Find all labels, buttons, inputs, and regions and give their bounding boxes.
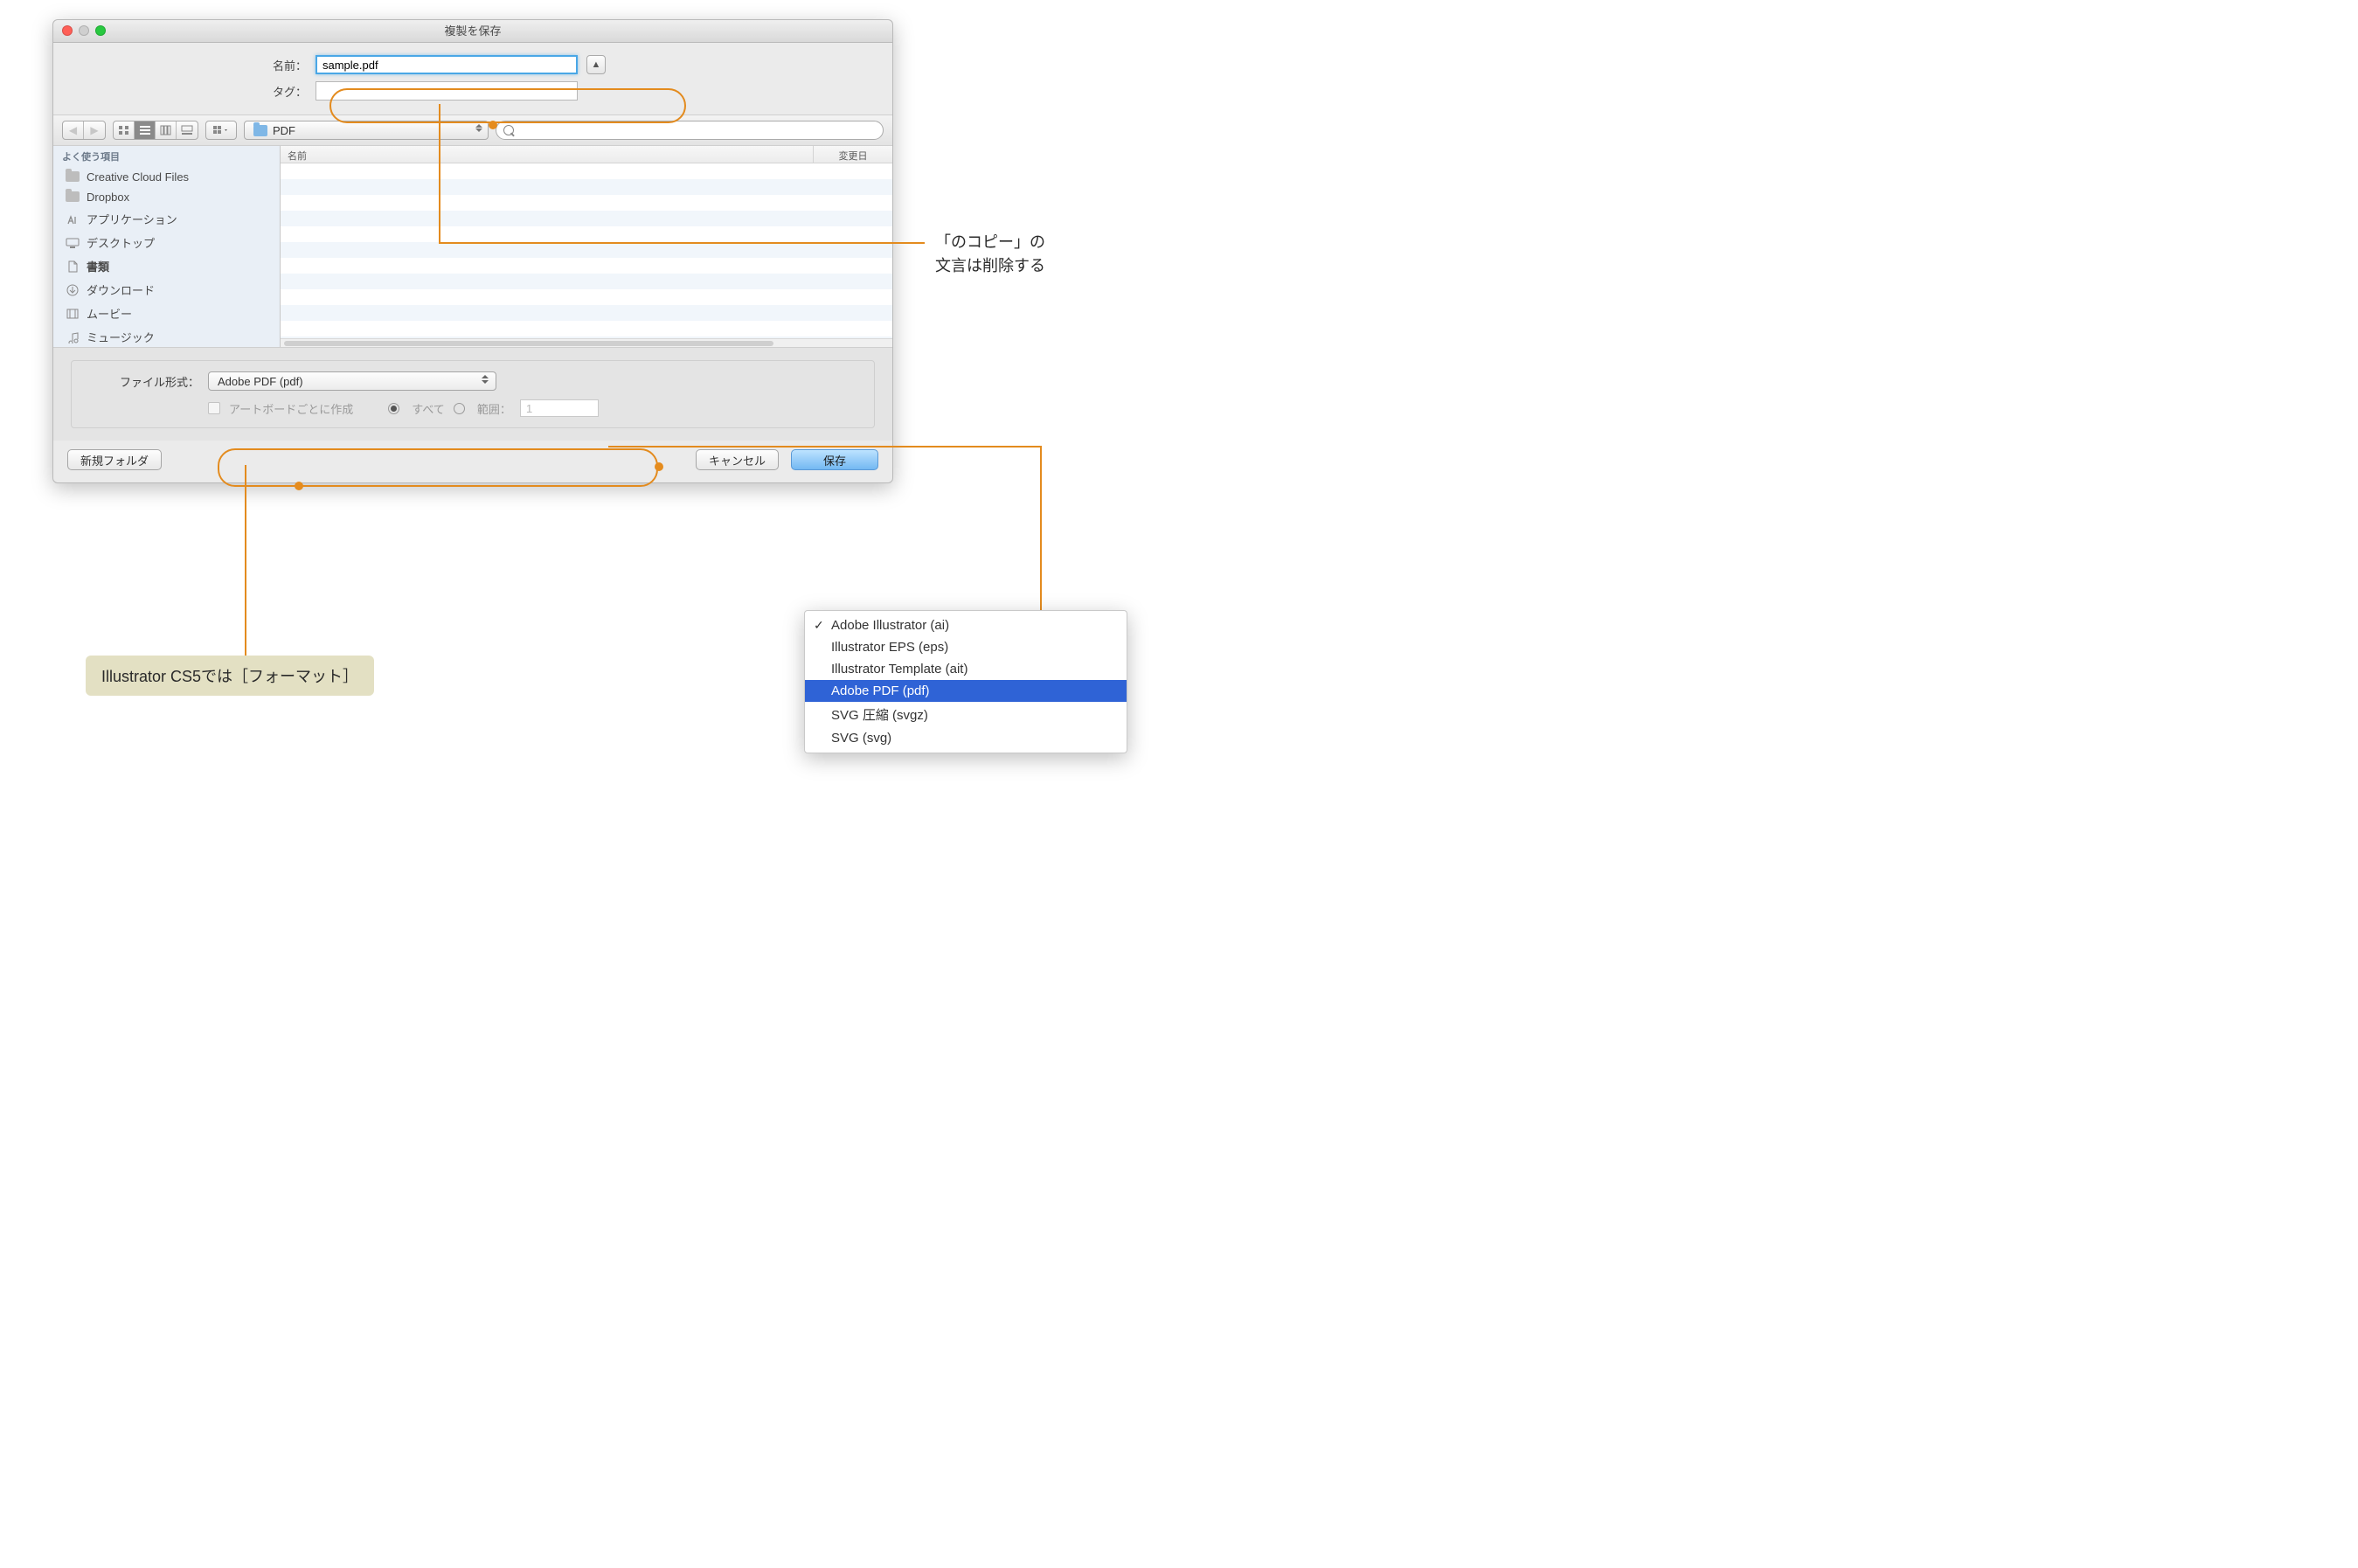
radio-range [454, 403, 465, 414]
name-input[interactable] [316, 55, 578, 74]
sidebar-item-label: Dropbox [87, 191, 129, 204]
artboard-checkbox [208, 402, 220, 414]
sidebar-item-label: アプリケーション [87, 211, 177, 227]
folder-icon [66, 171, 80, 184]
music-icon [66, 331, 80, 343]
sidebar-item-documents[interactable]: 書類 [53, 254, 280, 278]
save-copy-dialog: 複製を保存 名前： ▲ タグ： ◀ ▶ [52, 19, 893, 483]
folder-icon [66, 191, 80, 204]
range-input [520, 399, 599, 417]
sidebar-item-label: デスクトップ [87, 234, 155, 251]
sidebar-item-music[interactable]: ミュージック [53, 325, 280, 347]
file-browser: よく使う項目 Creative Cloud Files Dropbox アプリケ… [53, 146, 892, 347]
folder-icon [253, 125, 267, 136]
sidebar-item-label: ムービー [87, 305, 132, 322]
radio-all [388, 403, 399, 414]
forward-button[interactable]: ▶ [84, 121, 105, 139]
zoom-button[interactable] [95, 25, 106, 36]
radio-range-label: 範囲： [477, 400, 511, 417]
name-label: 名前： [254, 57, 307, 73]
radio-all-label: すべて [412, 400, 445, 417]
sidebar-item-movies[interactable]: ムービー [53, 302, 280, 325]
desktop-icon [66, 237, 80, 249]
format-label: ファイル形式： [86, 373, 199, 390]
window-controls [62, 25, 106, 36]
connector-line [439, 242, 925, 244]
annotation-copy-removed: 「のコピー」の 文言は削除する [935, 231, 1045, 278]
sidebar-item-apps[interactable]: アプリケーション [53, 207, 280, 231]
artboard-checkbox-label: アートボードごとに作成 [229, 400, 353, 417]
horizontal-scrollbar[interactable] [281, 338, 892, 347]
artboard-options: アートボードごとに作成 すべて 範囲： [208, 399, 860, 417]
format-value: Adobe PDF (pdf) [218, 375, 303, 388]
sidebar-item-downloads[interactable]: ダウンロード [53, 278, 280, 302]
connector-dot [489, 121, 497, 129]
sidebar-item-label: 書類 [87, 258, 109, 274]
view-cover-icon[interactable] [177, 121, 198, 139]
format-popup[interactable]: Adobe PDF (pdf) [208, 371, 496, 391]
nav-buttons: ◀ ▶ [62, 121, 106, 140]
dropdown-item-pdf[interactable]: Adobe PDF (pdf) [805, 680, 1127, 702]
view-column-icon[interactable] [156, 121, 177, 139]
connector-dot [655, 462, 663, 471]
folder-path-popup[interactable]: PDF [244, 121, 489, 140]
dropdown-item-ai[interactable]: Adobe Illustrator (ai) [805, 614, 1127, 636]
cancel-button[interactable]: キャンセル [696, 449, 779, 470]
file-list: 名前 変更日 [281, 146, 892, 347]
close-button[interactable] [62, 25, 73, 36]
sidebar-item-ccfiles[interactable]: Creative Cloud Files [53, 167, 280, 187]
sidebar-section-header: よく使う項目 [53, 146, 280, 167]
search-field[interactable] [496, 121, 884, 140]
back-button[interactable]: ◀ [63, 121, 84, 139]
tag-label: タグ： [254, 83, 307, 100]
dropdown-item-svgz[interactable]: SVG 圧縮 (svgz) [805, 702, 1127, 727]
column-date[interactable]: 変更日 [814, 146, 892, 163]
minimize-button[interactable] [79, 25, 89, 36]
dropdown-item-eps[interactable]: Illustrator EPS (eps) [805, 636, 1127, 658]
movie-icon [66, 308, 80, 320]
view-mode-seg[interactable] [113, 121, 198, 140]
connector-line [439, 104, 440, 244]
sidebar-item-dropbox[interactable]: Dropbox [53, 187, 280, 207]
dropdown-item-svg[interactable]: SVG (svg) [805, 727, 1127, 749]
finder-toolbar: ◀ ▶ PDF [53, 114, 892, 146]
format-dropdown-menu: Adobe Illustrator (ai) Illustrator EPS (… [804, 610, 1127, 753]
save-button[interactable]: 保存 [791, 449, 878, 470]
name-tag-section: 名前： ▲ タグ： [53, 43, 892, 114]
window-title: 複製を保存 [444, 24, 501, 38]
arrange-popup[interactable] [205, 121, 237, 140]
disclosure-button[interactable]: ▲ [586, 55, 606, 74]
document-icon [66, 260, 80, 273]
sidebar-item-label: ダウンロード [87, 281, 155, 298]
file-list-body[interactable] [281, 163, 892, 338]
connector-line [245, 465, 246, 657]
dropdown-item-ait: Illustrator Template (ait) [805, 658, 1127, 680]
format-panel: ファイル形式： Adobe PDF (pdf) アートボードごとに作成 すべて … [53, 347, 892, 441]
view-list-icon[interactable] [135, 121, 156, 139]
annotation-cs5-format: Illustrator CS5では［フォーマット］ [86, 656, 374, 696]
sidebar-item-label: Creative Cloud Files [87, 170, 189, 184]
titlebar: 複製を保存 [53, 20, 892, 43]
new-folder-button[interactable]: 新規フォルダ [67, 449, 162, 470]
file-list-header: 名前 変更日 [281, 146, 892, 163]
sidebar-item-label: ミュージック [87, 329, 155, 345]
tag-input[interactable] [316, 81, 578, 101]
sidebar: よく使う項目 Creative Cloud Files Dropbox アプリケ… [53, 146, 281, 347]
download-icon [66, 284, 80, 296]
connector-line [1040, 446, 1042, 629]
view-icon-icon[interactable] [114, 121, 135, 139]
triangle-up-icon: ▲ [592, 59, 601, 70]
apps-icon [66, 213, 80, 225]
connector-dot [295, 482, 303, 490]
connector-line [608, 446, 1042, 448]
sidebar-item-desktop[interactable]: デスクトップ [53, 231, 280, 254]
folder-label: PDF [273, 124, 295, 137]
column-name[interactable]: 名前 [281, 146, 814, 163]
